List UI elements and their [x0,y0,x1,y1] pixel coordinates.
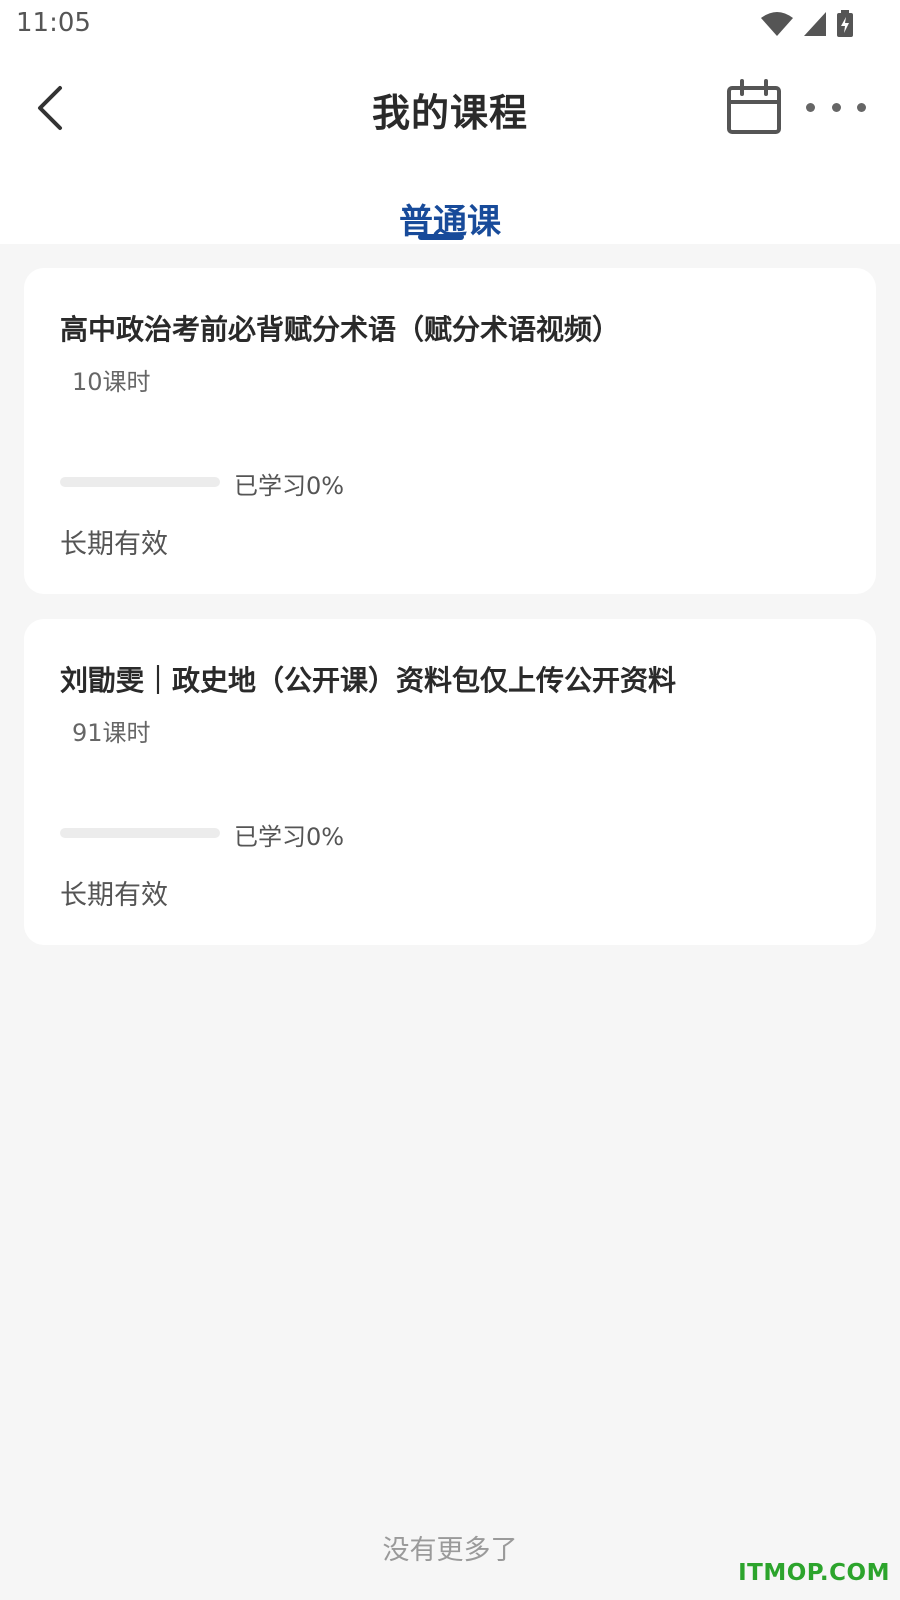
site-watermark: ITMOP.COM [738,1560,890,1586]
course-title: 刘勖雯｜政史地（公开课）资料包仅上传公开资料 [60,664,677,697]
cell-signal-icon [802,10,828,38]
course-card[interactable]: 高中政治考前必背赋分术语（赋分术语视频） 10课时 已学习0% 长期有效 [24,268,876,594]
status-bar: 11:05 [0,0,900,50]
calendar-icon [724,79,784,142]
battery-charging-icon [836,10,854,38]
tab-active-indicator [418,234,464,240]
course-validity: 长期有效 [60,880,168,911]
progress-bar [60,828,220,838]
progress-label: 已学习0% [234,823,345,851]
more-dots-icon [831,102,841,112]
wifi-icon [760,10,794,38]
status-icons [760,10,854,38]
course-card[interactable]: 刘勖雯｜政史地（公开课）资料包仅上传公开资料 91课时 已学习0% 长期有效 [24,619,876,945]
course-title: 高中政治考前必背赋分术语（赋分术语视频） [60,313,621,346]
more-dots-icon [806,102,815,112]
more-button[interactable] [806,92,866,122]
status-time: 11:05 [16,8,91,38]
course-list: 高中政治考前必背赋分术语（赋分术语视频） 10课时 已学习0% 长期有效 刘勖雯… [24,268,876,970]
course-lesson-count: 10课时 [72,368,151,396]
progress-bar [60,477,220,487]
progress-label: 已学习0% [234,472,345,500]
calendar-button[interactable] [724,78,784,138]
course-tabs: 普通课 [0,170,900,244]
more-dots-icon [857,102,866,112]
course-lesson-count: 91课时 [72,719,151,747]
course-validity: 长期有效 [60,529,168,560]
app-header: 我的课程 [0,50,900,170]
